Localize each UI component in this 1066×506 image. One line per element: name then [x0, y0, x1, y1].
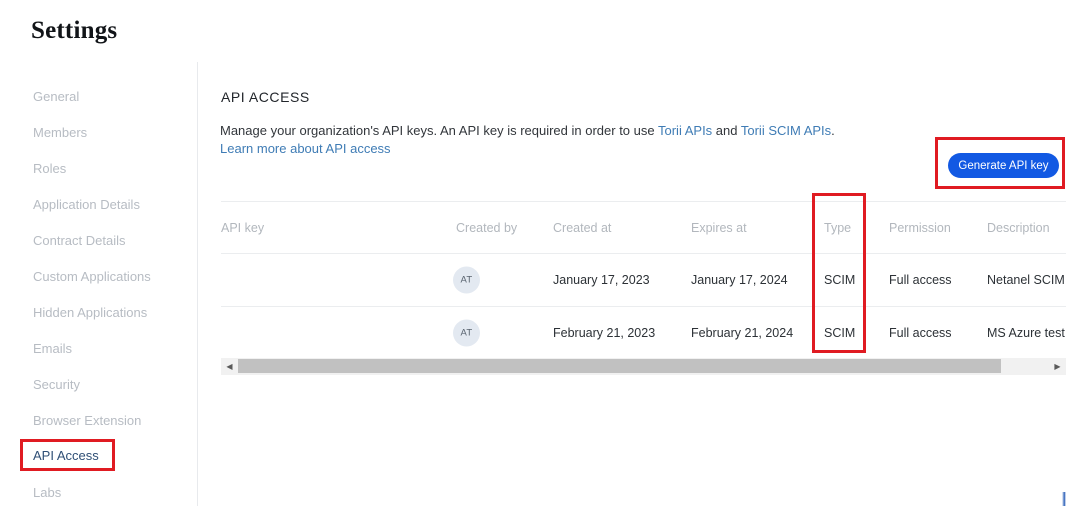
- generate-api-key-button[interactable]: Generate API key: [948, 153, 1059, 178]
- sidebar-item-labs[interactable]: Labs: [33, 485, 61, 501]
- column-header-expires-at[interactable]: Expires at: [691, 221, 747, 235]
- column-header-created-at[interactable]: Created at: [553, 221, 611, 235]
- avatar: AT: [453, 267, 480, 294]
- column-header-api-key[interactable]: API key: [221, 221, 264, 235]
- table-row[interactable]: AT January 17, 2023 January 17, 2024 SCI…: [221, 254, 1066, 307]
- sidebar-item-security[interactable]: Security: [33, 377, 80, 393]
- sidebar-item-browser-extension[interactable]: Browser Extension: [33, 413, 141, 429]
- scrollbar-thumb[interactable]: [238, 359, 1001, 373]
- scroll-left-arrow-icon[interactable]: ◀: [221, 358, 238, 375]
- cell-expires-at: February 21, 2024: [691, 326, 793, 340]
- sidebar-item-contract-details[interactable]: Contract Details: [33, 233, 125, 249]
- cell-permission: Full access: [889, 273, 952, 287]
- page-title: Settings: [31, 17, 117, 45]
- link-torii-apis[interactable]: Torii APIs: [658, 123, 712, 138]
- cell-type: SCIM: [824, 326, 855, 340]
- description-text-part-1: Manage your organization's API keys. An …: [220, 123, 658, 138]
- cell-description: Netanel SCIM: [987, 273, 1065, 287]
- sidebar-item-custom-applications[interactable]: Custom Applications: [33, 269, 151, 285]
- sidebar-item-application-details[interactable]: Application Details: [33, 197, 140, 213]
- api-access-panel: API ACCESS Manage your organization's AP…: [199, 62, 1066, 506]
- annotation-box-generate-api-key: Generate API key: [935, 137, 1065, 189]
- cell-created-at: January 17, 2023: [553, 273, 650, 287]
- link-learn-more-about-api-access[interactable]: Learn more about API access: [220, 141, 391, 156]
- scroll-right-arrow-icon[interactable]: ▶: [1049, 358, 1066, 375]
- column-header-type[interactable]: Type: [824, 221, 851, 235]
- sidebar-item-hidden-applications[interactable]: Hidden Applications: [33, 305, 147, 321]
- column-header-permission[interactable]: Permission: [889, 221, 951, 235]
- section-title: API ACCESS: [221, 89, 310, 105]
- description-text-part-3: .: [831, 123, 835, 138]
- table-horizontal-scrollbar[interactable]: ◀ ▶: [221, 358, 1066, 375]
- sidebar-item-roles[interactable]: Roles: [33, 161, 66, 177]
- cell-created-at: February 21, 2023: [553, 326, 655, 340]
- cell-description: MS Azure test: [987, 326, 1065, 340]
- table-header-row: API key Created by Created at Expires at…: [221, 201, 1066, 254]
- description-text-part-2: and: [712, 123, 741, 138]
- cell-expires-at: January 17, 2024: [691, 273, 788, 287]
- avatar: AT: [453, 320, 480, 347]
- api-keys-table: API key Created by Created at Expires at…: [221, 201, 1066, 360]
- annotation-box-api-access: [20, 439, 115, 471]
- link-torii-scim-apis[interactable]: Torii SCIM APIs: [741, 123, 831, 138]
- table-row[interactable]: AT February 21, 2023 February 21, 2024 S…: [221, 307, 1066, 360]
- corner-artifact-icon: [1062, 492, 1066, 506]
- cell-permission: Full access: [889, 326, 952, 340]
- scrollbar-track[interactable]: [238, 358, 1049, 375]
- sidebar-item-general[interactable]: General: [33, 89, 79, 105]
- sidebar-item-members[interactable]: Members: [33, 125, 87, 141]
- settings-sidebar: General Members Roles Application Detail…: [0, 62, 198, 506]
- column-header-created-by[interactable]: Created by: [456, 221, 517, 235]
- settings-page: Settings General Members Roles Applicati…: [0, 0, 1066, 506]
- column-header-description[interactable]: Description: [987, 221, 1050, 235]
- api-access-description: Manage your organization's API keys. An …: [220, 122, 920, 157]
- cell-type: SCIM: [824, 273, 855, 287]
- sidebar-item-emails[interactable]: Emails: [33, 341, 72, 357]
